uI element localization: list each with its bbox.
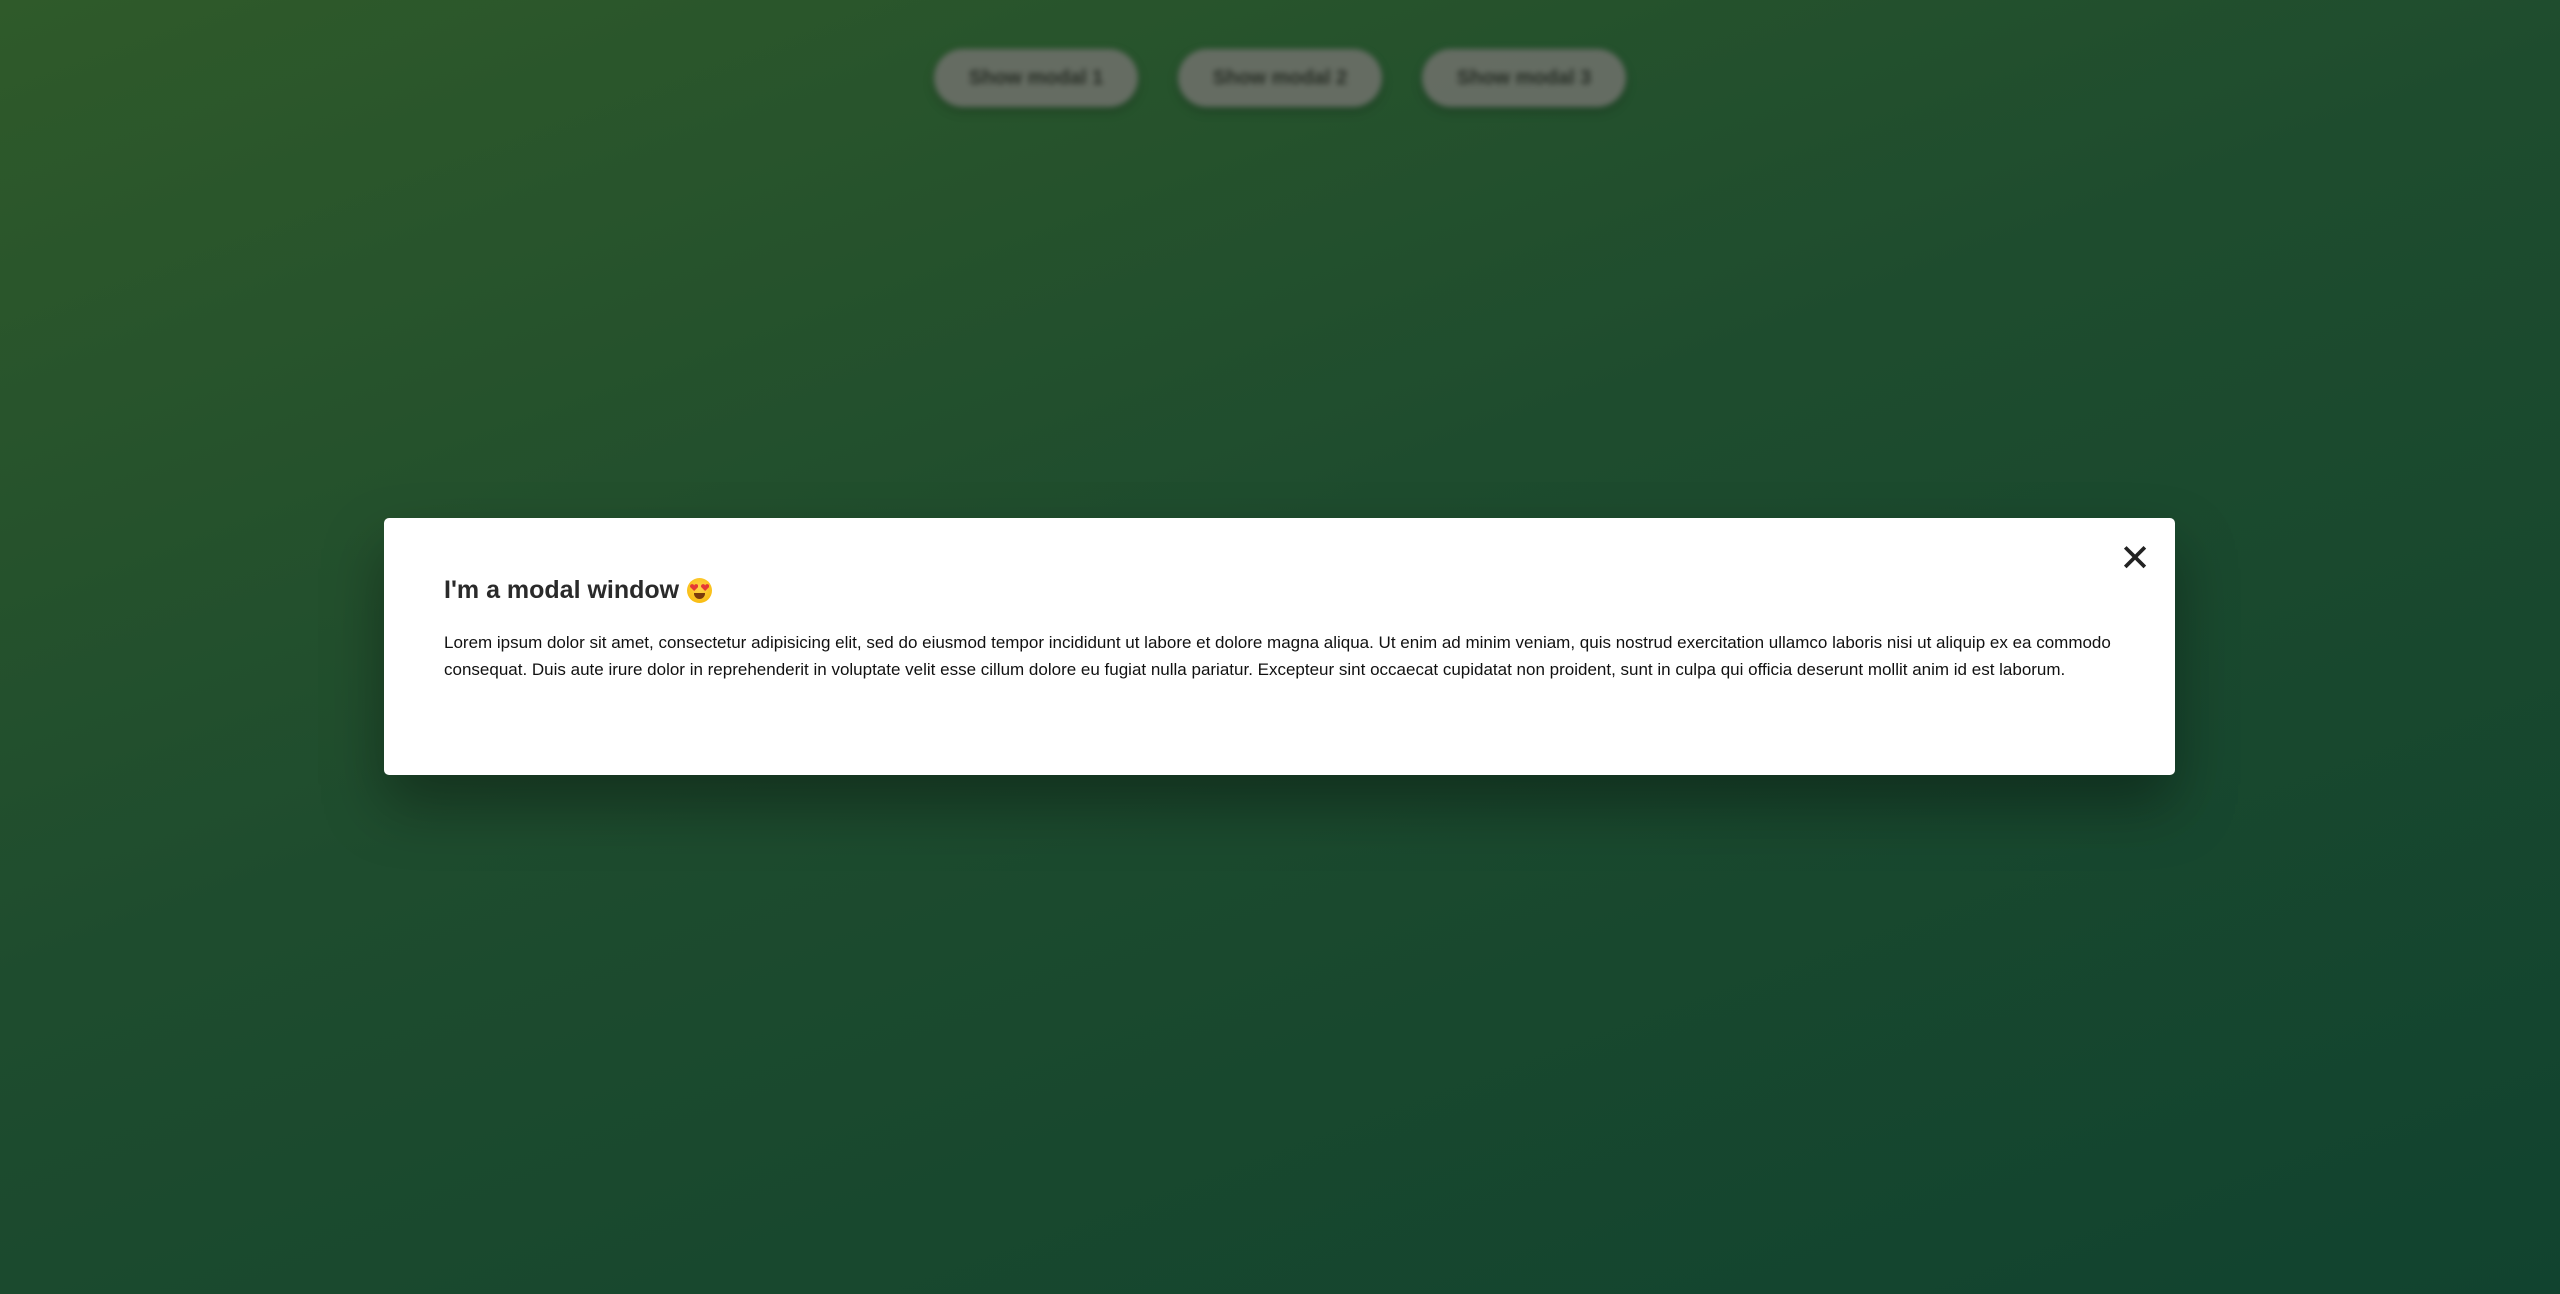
close-icon[interactable]: ✕ [2117,539,2153,577]
heart-eye-right-icon [701,584,709,591]
show-modal-1-button[interactable]: Show modal 1 [934,49,1138,107]
modal-window: ✕ I'm a modal window Lorem ipsum dolor s… [384,518,2175,775]
heart-eye-left-icon [690,584,698,591]
show-modal-3-button[interactable]: Show modal 3 [1422,49,1626,107]
modal-title-text: I'm a modal window [444,576,680,604]
page-background: Show modal 1 Show modal 2 Show modal 3 ✕… [0,0,2560,1294]
modal-trigger-row: Show modal 1 Show modal 2 Show modal 3 [0,49,2560,107]
heart-eyes-emoji-icon [687,578,713,603]
smile-mouth-icon [694,593,706,599]
modal-body-text: Lorem ipsum dolor sit amet, consectetur … [444,633,2111,679]
show-modal-2-button[interactable]: Show modal 2 [1178,49,1382,107]
modal-title: I'm a modal window [444,576,2115,605]
